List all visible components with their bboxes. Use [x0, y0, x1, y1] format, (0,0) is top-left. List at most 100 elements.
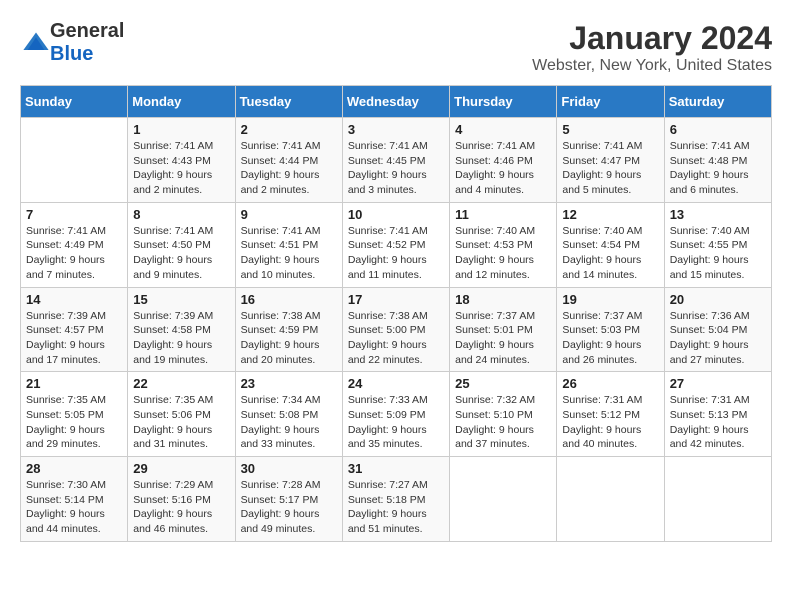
calendar-cell: 10Sunrise: 7:41 AMSunset: 4:52 PMDayligh… [342, 202, 449, 287]
day-info: Sunrise: 7:37 AMSunset: 5:01 PMDaylight:… [455, 309, 551, 368]
day-number: 8 [133, 207, 229, 222]
calendar-cell [21, 118, 128, 203]
calendar-cell: 25Sunrise: 7:32 AMSunset: 5:10 PMDayligh… [450, 372, 557, 457]
calendar-cell: 22 Sunrise: 7:35 AMSunset: 5:06 PMDayligh… [128, 372, 235, 457]
day-info: Sunrise: 7:29 AMSunset: 5:16 PMDaylight:… [133, 478, 229, 537]
calendar-cell: 3 Sunrise: 7:41 AMSunset: 4:45 PMDaylight… [342, 118, 449, 203]
day-info: Sunrise: 7:40 AMSunset: 4:55 PMDaylight:… [670, 224, 766, 283]
week-row-2: 7 Sunrise: 7:41 AMSunset: 4:49 PMDaylight… [21, 202, 772, 287]
day-header-thursday: Thursday [450, 86, 557, 118]
day-header-saturday: Saturday [664, 86, 771, 118]
day-number: 28 [26, 461, 122, 476]
day-number: 27 [670, 376, 766, 391]
week-row-5: 28Sunrise: 7:30 AMSunset: 5:14 PMDayligh… [21, 457, 772, 542]
page-header: General Blue January 2024 Webster, New Y… [20, 20, 772, 75]
day-info: Sunrise: 7:28 AMSunset: 5:17 PMDaylight:… [241, 478, 337, 537]
calendar-cell [450, 457, 557, 542]
calendar-cell: 29 Sunrise: 7:29 AMSunset: 5:16 PMDayligh… [128, 457, 235, 542]
day-info: Sunrise: 7:40 AMSunset: 4:53 PMDaylight:… [455, 224, 551, 283]
day-info: Sunrise: 7:41 AMSunset: 4:48 PMDaylight:… [670, 139, 766, 198]
day-info: Sunrise: 7:31 AMSunset: 5:13 PMDaylight:… [670, 393, 766, 452]
day-info: Sunrise: 7:41 AMSunset: 4:49 PMDaylight:… [26, 224, 122, 283]
calendar-cell: 8Sunrise: 7:41 AMSunset: 4:50 PMDaylight… [128, 202, 235, 287]
day-number: 3 [348, 122, 444, 137]
day-info: Sunrise: 7:31 AMSunset: 5:12 PMDaylight:… [562, 393, 658, 452]
calendar-cell: 18 Sunrise: 7:37 AMSunset: 5:01 PMDayligh… [450, 287, 557, 372]
calendar-cell: 16 Sunrise: 7:38 AMSunset: 4:59 PMDayligh… [235, 287, 342, 372]
calendar-cell: 2Sunrise: 7:41 AMSunset: 4:44 PMDaylight… [235, 118, 342, 203]
day-number: 22 [133, 376, 229, 391]
calendar-cell: 15 Sunrise: 7:39 AMSunset: 4:58 PMDayligh… [128, 287, 235, 372]
week-row-3: 14Sunrise: 7:39 AMSunset: 4:57 PMDayligh… [21, 287, 772, 372]
calendar-cell: 7 Sunrise: 7:41 AMSunset: 4:49 PMDaylight… [21, 202, 128, 287]
day-info: Sunrise: 7:33 AMSunset: 5:09 PMDaylight:… [348, 393, 444, 452]
calendar-cell: 5 Sunrise: 7:41 AMSunset: 4:47 PMDaylight… [557, 118, 664, 203]
day-number: 11 [455, 207, 551, 222]
main-title: January 2024 [532, 20, 772, 57]
subtitle: Webster, New York, United States [532, 57, 772, 75]
calendar-cell [557, 457, 664, 542]
calendar-table: SundayMondayTuesdayWednesdayThursdayFrid… [20, 85, 772, 542]
day-info: Sunrise: 7:38 AMSunset: 5:00 PMDaylight:… [348, 309, 444, 368]
day-header-tuesday: Tuesday [235, 86, 342, 118]
week-row-4: 21Sunrise: 7:35 AMSunset: 5:05 PMDayligh… [21, 372, 772, 457]
day-number: 18 [455, 292, 551, 307]
day-info: Sunrise: 7:35 AMSunset: 5:06 PMDaylight:… [133, 393, 229, 452]
day-header-friday: Friday [557, 86, 664, 118]
calendar-cell: 30 Sunrise: 7:28 AMSunset: 5:17 PMDayligh… [235, 457, 342, 542]
day-number: 2 [241, 122, 337, 137]
logo-blue-text: Blue [50, 43, 93, 65]
day-number: 16 [241, 292, 337, 307]
calendar-cell: 17 Sunrise: 7:38 AMSunset: 5:00 PMDayligh… [342, 287, 449, 372]
week-row-1: 1Sunrise: 7:41 AMSunset: 4:43 PMDaylight… [21, 118, 772, 203]
calendar-cell: 31 Sunrise: 7:27 AMSunset: 5:18 PMDayligh… [342, 457, 449, 542]
day-info: Sunrise: 7:39 AMSunset: 4:58 PMDaylight:… [133, 309, 229, 368]
day-number: 26 [562, 376, 658, 391]
day-number: 15 [133, 292, 229, 307]
calendar-cell: 4 Sunrise: 7:41 AMSunset: 4:46 PMDaylight… [450, 118, 557, 203]
day-number: 31 [348, 461, 444, 476]
day-number: 19 [562, 292, 658, 307]
calendar-cell: 14Sunrise: 7:39 AMSunset: 4:57 PMDayligh… [21, 287, 128, 372]
day-number: 29 [133, 461, 229, 476]
day-number: 6 [670, 122, 766, 137]
day-info: Sunrise: 7:38 AMSunset: 4:59 PMDaylight:… [241, 309, 337, 368]
day-number: 4 [455, 122, 551, 137]
calendar-header-row: SundayMondayTuesdayWednesdayThursdayFrid… [21, 86, 772, 118]
day-info: Sunrise: 7:35 AMSunset: 5:05 PMDaylight:… [26, 393, 122, 452]
calendar-cell: 6 Sunrise: 7:41 AMSunset: 4:48 PMDaylight… [664, 118, 771, 203]
day-info: Sunrise: 7:41 AMSunset: 4:51 PMDaylight:… [241, 224, 337, 283]
day-info: Sunrise: 7:27 AMSunset: 5:18 PMDaylight:… [348, 478, 444, 537]
calendar-cell: 27 Sunrise: 7:31 AMSunset: 5:13 PMDayligh… [664, 372, 771, 457]
day-info: Sunrise: 7:41 AMSunset: 4:46 PMDaylight:… [455, 139, 551, 198]
logo-icon [22, 29, 50, 57]
day-info: Sunrise: 7:41 AMSunset: 4:45 PMDaylight:… [348, 139, 444, 198]
day-info: Sunrise: 7:41 AMSunset: 4:47 PMDaylight:… [562, 139, 658, 198]
day-number: 5 [562, 122, 658, 137]
day-number: 7 [26, 207, 122, 222]
day-number: 13 [670, 207, 766, 222]
calendar-cell: 19 Sunrise: 7:37 AMSunset: 5:03 PMDayligh… [557, 287, 664, 372]
day-info: Sunrise: 7:37 AMSunset: 5:03 PMDaylight:… [562, 309, 658, 368]
day-number: 20 [670, 292, 766, 307]
day-number: 12 [562, 207, 658, 222]
day-header-monday: Monday [128, 86, 235, 118]
day-info: Sunrise: 7:40 AMSunset: 4:54 PMDaylight:… [562, 224, 658, 283]
calendar-cell: 20 Sunrise: 7:36 AMSunset: 5:04 PMDayligh… [664, 287, 771, 372]
title-block: January 2024 Webster, New York, United S… [532, 20, 772, 75]
calendar-cell: 9 Sunrise: 7:41 AMSunset: 4:51 PMDaylight… [235, 202, 342, 287]
calendar-cell: 12 Sunrise: 7:40 AMSunset: 4:54 PMDayligh… [557, 202, 664, 287]
day-number: 14 [26, 292, 122, 307]
logo-general-text: General [50, 20, 124, 42]
calendar-cell [664, 457, 771, 542]
day-number: 24 [348, 376, 444, 391]
day-info: Sunrise: 7:34 AMSunset: 5:08 PMDaylight:… [241, 393, 337, 452]
calendar-cell: 1Sunrise: 7:41 AMSunset: 4:43 PMDaylight… [128, 118, 235, 203]
day-number: 30 [241, 461, 337, 476]
day-number: 17 [348, 292, 444, 307]
calendar-cell: 13 Sunrise: 7:40 AMSunset: 4:55 PMDayligh… [664, 202, 771, 287]
day-info: Sunrise: 7:36 AMSunset: 5:04 PMDaylight:… [670, 309, 766, 368]
day-header-wednesday: Wednesday [342, 86, 449, 118]
day-number: 9 [241, 207, 337, 222]
day-info: Sunrise: 7:41 AMSunset: 4:52 PMDaylight:… [348, 224, 444, 283]
